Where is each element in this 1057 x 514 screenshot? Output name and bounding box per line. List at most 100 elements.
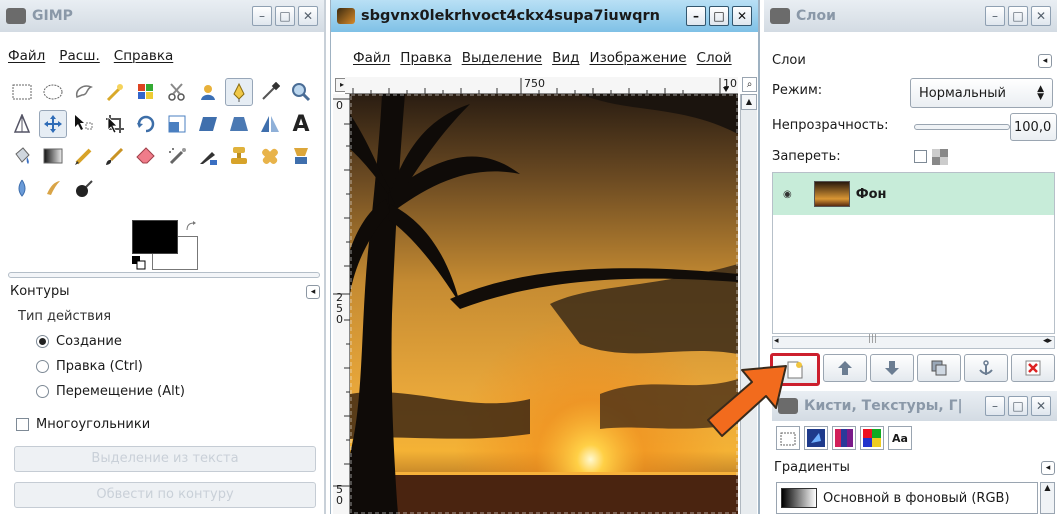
gradients-menu-icon[interactable]: ◂ xyxy=(1041,460,1055,475)
menu-file[interactable]: Файл xyxy=(353,50,390,66)
checkerboard-lock-icon[interactable] xyxy=(932,149,948,165)
airbrush-icon[interactable] xyxy=(163,142,191,170)
close-icon[interactable]: ✕ xyxy=(1031,396,1051,416)
layers-tab-label[interactable]: Слои xyxy=(772,53,806,68)
menu-image[interactable]: Изображение xyxy=(589,50,686,66)
zoom-icon[interactable] xyxy=(287,78,315,106)
mode-design-row[interactable]: Создание xyxy=(36,334,122,349)
ellipse-select-icon[interactable] xyxy=(39,78,67,106)
rotate-icon[interactable] xyxy=(132,110,160,138)
close-icon[interactable]: ✕ xyxy=(732,6,752,26)
menu-help[interactable]: Справка xyxy=(114,48,173,64)
mode-move-row[interactable]: Перемещение (Alt) xyxy=(36,384,185,399)
perspective-clone-icon[interactable] xyxy=(287,142,315,170)
color-picker-icon[interactable] xyxy=(256,78,284,106)
layers-tab-menu-icon[interactable]: ◂ xyxy=(1038,53,1052,68)
smudge-icon[interactable] xyxy=(39,174,67,202)
menu-layer[interactable]: Слой xyxy=(697,50,732,66)
close-icon[interactable]: ✕ xyxy=(1031,6,1051,26)
scroll-up-icon[interactable]: ▲ xyxy=(741,94,757,110)
raise-layer-button[interactable] xyxy=(823,354,867,382)
align-icon[interactable] xyxy=(70,110,98,138)
menu-edit[interactable]: Правка xyxy=(400,50,451,66)
scale-icon[interactable] xyxy=(163,110,191,138)
flip-icon[interactable] xyxy=(256,110,284,138)
duplicate-layer-button[interactable] xyxy=(917,354,961,382)
heal-icon[interactable] xyxy=(256,142,284,170)
perspective-icon[interactable] xyxy=(225,110,253,138)
zoom-navigate-icon[interactable]: ⌕ xyxy=(742,77,757,92)
scroll-right-icon[interactable]: ◂▸ xyxy=(1043,336,1052,346)
patterns-tab-icon[interactable] xyxy=(804,426,828,450)
fuzzy-select-icon[interactable] xyxy=(101,78,129,106)
fg-bg-color-swatches[interactable] xyxy=(132,220,202,272)
selection-from-path-button[interactable]: Выделение из текста xyxy=(14,446,316,472)
blend-icon[interactable] xyxy=(39,142,67,170)
polygonal-row[interactable]: Многоугольники xyxy=(16,417,150,432)
text-icon[interactable]: A xyxy=(287,110,315,138)
vertical-ruler[interactable]: 0 250 50 xyxy=(333,94,350,514)
layers-list[interactable]: ◉ Фон xyxy=(772,172,1055,334)
image-canvas[interactable] xyxy=(350,94,738,514)
toolbox-separator[interactable] xyxy=(8,272,320,278)
layers-titlebar[interactable]: Слои – □ ✕ xyxy=(764,0,1057,32)
lock-pixels-checkbox[interactable] xyxy=(914,150,927,163)
shear-icon[interactable] xyxy=(194,110,222,138)
menu-file[interactable]: Файл xyxy=(8,48,45,64)
opacity-slider[interactable] xyxy=(914,124,1010,130)
measure-icon[interactable] xyxy=(8,110,36,138)
clone-icon[interactable] xyxy=(225,142,253,170)
maximize-icon[interactable]: □ xyxy=(709,6,729,26)
palettes-tab-icon[interactable] xyxy=(860,426,884,450)
color-select-icon[interactable] xyxy=(132,78,160,106)
image-vertical-scrollbar[interactable]: ▲ xyxy=(740,94,757,514)
paths-tool-icon[interactable] xyxy=(225,78,253,106)
mode-edit-row[interactable]: Правка (Ctrl) xyxy=(36,359,143,374)
maximize-icon[interactable]: □ xyxy=(1008,396,1028,416)
menu-select[interactable]: Выделение xyxy=(462,50,542,66)
paintbrush-icon[interactable] xyxy=(101,142,129,170)
mode-design-label[interactable]: Создание xyxy=(56,334,122,349)
polygonal-checkbox[interactable] xyxy=(16,418,29,431)
layer-mode-select[interactable]: Нормальный ▲ ▼ xyxy=(910,78,1053,108)
close-icon[interactable]: ✕ xyxy=(298,6,318,26)
gradient-list-item[interactable]: Основной в фоновый (RGB) xyxy=(776,482,1038,514)
scroll-left-icon[interactable]: ◂ xyxy=(774,336,779,346)
gradients-tab-icon[interactable] xyxy=(832,426,856,450)
mode-move-label[interactable]: Перемещение (Alt) xyxy=(56,384,185,399)
bucket-fill-icon[interactable] xyxy=(8,142,36,170)
pencil-icon[interactable] xyxy=(70,142,98,170)
stroke-path-button[interactable]: Обвести по контуру xyxy=(14,482,316,508)
gradient-list-scrollbar[interactable]: ▲ xyxy=(1040,482,1055,514)
maximize-icon[interactable]: □ xyxy=(275,6,295,26)
minimize-icon[interactable]: – xyxy=(985,396,1005,416)
delete-layer-button[interactable] xyxy=(1011,354,1055,382)
fonts-tab-icon[interactable]: Aa xyxy=(888,426,912,450)
free-select-icon[interactable] xyxy=(70,78,98,106)
layers-horizontal-scrollbar[interactable]: ◂ ||| ◂▸ xyxy=(772,334,1055,349)
minimize-icon[interactable]: – xyxy=(252,6,272,26)
move-icon[interactable] xyxy=(39,110,67,138)
layer-row-background[interactable]: ◉ Фон xyxy=(773,173,1054,215)
lower-layer-button[interactable] xyxy=(870,354,914,382)
dodge-burn-icon[interactable] xyxy=(70,174,98,202)
brushes-titlebar[interactable]: Кисти, Текстуры, Г| – □ ✕ xyxy=(772,391,1057,421)
minimize-icon[interactable]: – xyxy=(985,6,1005,26)
horizontal-ruler[interactable]: 750 10 xyxy=(345,77,738,94)
opacity-input[interactable]: 100,0 xyxy=(1010,113,1057,141)
blur-icon[interactable] xyxy=(8,174,36,202)
menu-extensions[interactable]: Расш. xyxy=(59,48,99,64)
anchor-layer-button[interactable] xyxy=(964,354,1008,382)
foreground-select-icon[interactable] xyxy=(194,78,222,106)
mode-edit-radio[interactable] xyxy=(36,360,49,373)
image-titlebar[interactable]: sbgvnx0lekrhvoct4ckx4supa7iuwqrn – □ ✕ xyxy=(331,0,758,32)
scissors-icon[interactable] xyxy=(163,78,191,106)
eye-icon[interactable]: ◉ xyxy=(783,189,792,200)
layer-name[interactable]: Фон xyxy=(856,187,887,202)
swap-colors-icon[interactable] xyxy=(184,220,198,234)
rect-select-icon[interactable] xyxy=(8,78,36,106)
tool-options-menu-icon[interactable]: ◂ xyxy=(306,284,320,299)
ink-icon[interactable] xyxy=(194,142,222,170)
menu-view[interactable]: Вид xyxy=(552,50,579,66)
eraser-icon[interactable] xyxy=(132,142,160,170)
